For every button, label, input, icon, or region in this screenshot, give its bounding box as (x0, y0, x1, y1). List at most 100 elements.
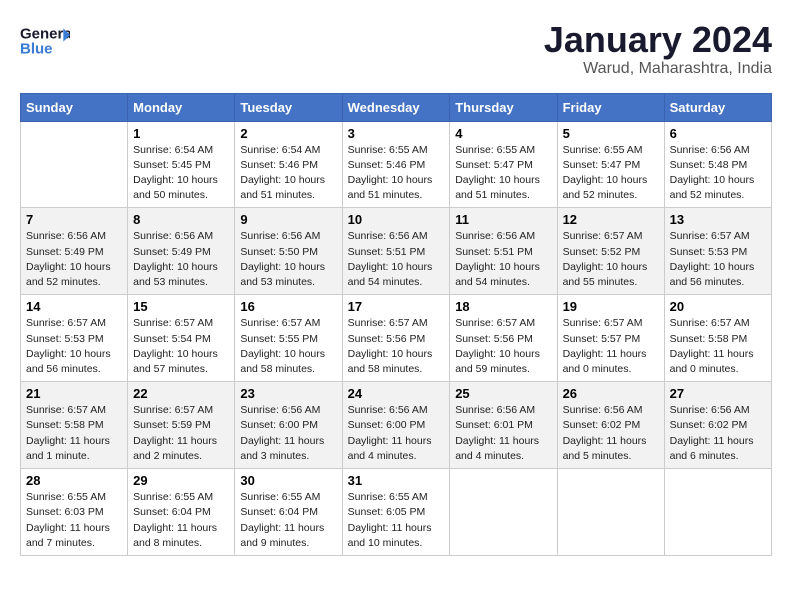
calendar-table: SundayMondayTuesdayWednesdayThursdayFrid… (20, 93, 772, 556)
page-header: General Blue January 2024 Warud, Maharas… (20, 20, 772, 78)
calendar-cell: 24 Sunrise: 6:56 AM Sunset: 6:00 PM Dayli… (342, 382, 450, 469)
day-number: 8 (133, 212, 229, 227)
weekday-header-row: SundayMondayTuesdayWednesdayThursdayFrid… (21, 93, 772, 121)
day-number: 25 (455, 386, 551, 401)
day-number: 12 (563, 212, 659, 227)
day-info: Sunrise: 6:55 AM Sunset: 6:04 PM Dayligh… (133, 490, 229, 551)
day-info: Sunrise: 6:55 AM Sunset: 6:04 PM Dayligh… (240, 490, 336, 551)
day-number: 20 (670, 299, 766, 314)
day-info: Sunrise: 6:57 AM Sunset: 5:58 PM Dayligh… (26, 403, 122, 464)
day-number: 24 (348, 386, 445, 401)
weekday-header: Monday (128, 93, 235, 121)
day-number: 30 (240, 473, 336, 488)
day-number: 18 (455, 299, 551, 314)
day-info: Sunrise: 6:57 AM Sunset: 5:54 PM Dayligh… (133, 316, 229, 377)
day-number: 10 (348, 212, 445, 227)
calendar-week-row: 1Sunrise: 6:54 AM Sunset: 5:45 PM Daylig… (21, 121, 772, 208)
calendar-cell: 6Sunrise: 6:56 AM Sunset: 5:48 PM Daylig… (664, 121, 771, 208)
calendar-week-row: 7 Sunrise: 6:56 AM Sunset: 5:49 PM Daylig… (21, 208, 772, 295)
day-info: Sunrise: 6:56 AM Sunset: 5:49 PM Dayligh… (133, 229, 229, 290)
calendar-cell: 15 Sunrise: 6:57 AM Sunset: 5:54 PM Dayli… (128, 295, 235, 382)
day-info: Sunrise: 6:57 AM Sunset: 5:58 PM Dayligh… (670, 316, 766, 377)
day-number: 1 (133, 126, 229, 141)
title-block: January 2024 Warud, Maharashtra, India (544, 20, 772, 78)
calendar-cell: 3Sunrise: 6:55 AM Sunset: 5:46 PM Daylig… (342, 121, 450, 208)
calendar-cell: 19Sunrise: 6:57 AM Sunset: 5:57 PM Dayli… (557, 295, 664, 382)
day-info: Sunrise: 6:55 AM Sunset: 6:05 PM Dayligh… (348, 490, 445, 551)
day-number: 23 (240, 386, 336, 401)
day-info: Sunrise: 6:56 AM Sunset: 5:49 PM Dayligh… (26, 229, 122, 290)
calendar-cell: 13 Sunrise: 6:57 AM Sunset: 5:53 PM Dayli… (664, 208, 771, 295)
weekday-header: Wednesday (342, 93, 450, 121)
calendar-cell: 29 Sunrise: 6:55 AM Sunset: 6:04 PM Dayli… (128, 469, 235, 556)
day-info: Sunrise: 6:55 AM Sunset: 5:47 PM Dayligh… (563, 143, 659, 204)
calendar-cell (450, 469, 557, 556)
day-info: Sunrise: 6:57 AM Sunset: 5:57 PM Dayligh… (563, 316, 659, 377)
weekday-header: Friday (557, 93, 664, 121)
day-number: 7 (26, 212, 122, 227)
calendar-cell: 23 Sunrise: 6:56 AM Sunset: 6:00 PM Dayli… (235, 382, 342, 469)
month-title: January 2024 (544, 20, 772, 60)
weekday-header: Thursday (450, 93, 557, 121)
day-number: 29 (133, 473, 229, 488)
day-info: Sunrise: 6:56 AM Sunset: 5:50 PM Dayligh… (240, 229, 336, 290)
day-info: Sunrise: 6:56 AM Sunset: 5:51 PM Dayligh… (455, 229, 551, 290)
calendar-cell: 18 Sunrise: 6:57 AM Sunset: 5:56 PM Dayli… (450, 295, 557, 382)
day-info: Sunrise: 6:57 AM Sunset: 5:53 PM Dayligh… (26, 316, 122, 377)
day-info: Sunrise: 6:57 AM Sunset: 5:55 PM Dayligh… (240, 316, 336, 377)
day-number: 14 (26, 299, 122, 314)
location-title: Warud, Maharashtra, India (544, 60, 772, 78)
day-info: Sunrise: 6:56 AM Sunset: 6:01 PM Dayligh… (455, 403, 551, 464)
weekday-header: Sunday (21, 93, 128, 121)
day-info: Sunrise: 6:56 AM Sunset: 6:00 PM Dayligh… (240, 403, 336, 464)
calendar-cell: 5 Sunrise: 6:55 AM Sunset: 5:47 PM Daylig… (557, 121, 664, 208)
calendar-cell: 31Sunrise: 6:55 AM Sunset: 6:05 PM Dayli… (342, 469, 450, 556)
calendar-cell: 30 Sunrise: 6:55 AM Sunset: 6:04 PM Dayli… (235, 469, 342, 556)
calendar-week-row: 28Sunrise: 6:55 AM Sunset: 6:03 PM Dayli… (21, 469, 772, 556)
day-number: 21 (26, 386, 122, 401)
day-number: 9 (240, 212, 336, 227)
day-number: 17 (348, 299, 445, 314)
weekday-header: Tuesday (235, 93, 342, 121)
day-number: 28 (26, 473, 122, 488)
day-number: 2 (240, 126, 336, 141)
day-info: Sunrise: 6:56 AM Sunset: 6:02 PM Dayligh… (563, 403, 659, 464)
calendar-cell (664, 469, 771, 556)
calendar-cell: 1Sunrise: 6:54 AM Sunset: 5:45 PM Daylig… (128, 121, 235, 208)
day-number: 13 (670, 212, 766, 227)
calendar-cell (21, 121, 128, 208)
calendar-cell: 21 Sunrise: 6:57 AM Sunset: 5:58 PM Dayli… (21, 382, 128, 469)
day-info: Sunrise: 6:57 AM Sunset: 5:53 PM Dayligh… (670, 229, 766, 290)
logo-icon: General Blue (20, 20, 70, 60)
day-info: Sunrise: 6:57 AM Sunset: 5:52 PM Dayligh… (563, 229, 659, 290)
calendar-cell: 8 Sunrise: 6:56 AM Sunset: 5:49 PM Daylig… (128, 208, 235, 295)
calendar-cell: 26 Sunrise: 6:56 AM Sunset: 6:02 PM Dayli… (557, 382, 664, 469)
calendar-cell: 20 Sunrise: 6:57 AM Sunset: 5:58 PM Dayli… (664, 295, 771, 382)
calendar-cell: 14 Sunrise: 6:57 AM Sunset: 5:53 PM Dayli… (21, 295, 128, 382)
day-number: 5 (563, 126, 659, 141)
day-info: Sunrise: 6:56 AM Sunset: 6:00 PM Dayligh… (348, 403, 445, 464)
day-number: 11 (455, 212, 551, 227)
calendar-cell: 4Sunrise: 6:55 AM Sunset: 5:47 PM Daylig… (450, 121, 557, 208)
day-number: 26 (563, 386, 659, 401)
calendar-cell: 12 Sunrise: 6:57 AM Sunset: 5:52 PM Dayli… (557, 208, 664, 295)
calendar-cell: 27Sunrise: 6:56 AM Sunset: 6:02 PM Dayli… (664, 382, 771, 469)
calendar-cell: 16 Sunrise: 6:57 AM Sunset: 5:55 PM Dayli… (235, 295, 342, 382)
calendar-cell: 2 Sunrise: 6:54 AM Sunset: 5:46 PM Daylig… (235, 121, 342, 208)
calendar-week-row: 14 Sunrise: 6:57 AM Sunset: 5:53 PM Dayli… (21, 295, 772, 382)
weekday-header: Saturday (664, 93, 771, 121)
calendar-cell: 22Sunrise: 6:57 AM Sunset: 5:59 PM Dayli… (128, 382, 235, 469)
day-info: Sunrise: 6:57 AM Sunset: 5:56 PM Dayligh… (348, 316, 445, 377)
calendar-cell (557, 469, 664, 556)
day-info: Sunrise: 6:57 AM Sunset: 5:56 PM Dayligh… (455, 316, 551, 377)
day-number: 16 (240, 299, 336, 314)
day-info: Sunrise: 6:56 AM Sunset: 6:02 PM Dayligh… (670, 403, 766, 464)
calendar-cell: 11 Sunrise: 6:56 AM Sunset: 5:51 PM Dayli… (450, 208, 557, 295)
calendar-cell: 10Sunrise: 6:56 AM Sunset: 5:51 PM Dayli… (342, 208, 450, 295)
day-number: 15 (133, 299, 229, 314)
day-number: 3 (348, 126, 445, 141)
calendar-cell: 25 Sunrise: 6:56 AM Sunset: 6:01 PM Dayli… (450, 382, 557, 469)
day-info: Sunrise: 6:54 AM Sunset: 5:46 PM Dayligh… (240, 143, 336, 204)
calendar-week-row: 21 Sunrise: 6:57 AM Sunset: 5:58 PM Dayli… (21, 382, 772, 469)
day-info: Sunrise: 6:57 AM Sunset: 5:59 PM Dayligh… (133, 403, 229, 464)
